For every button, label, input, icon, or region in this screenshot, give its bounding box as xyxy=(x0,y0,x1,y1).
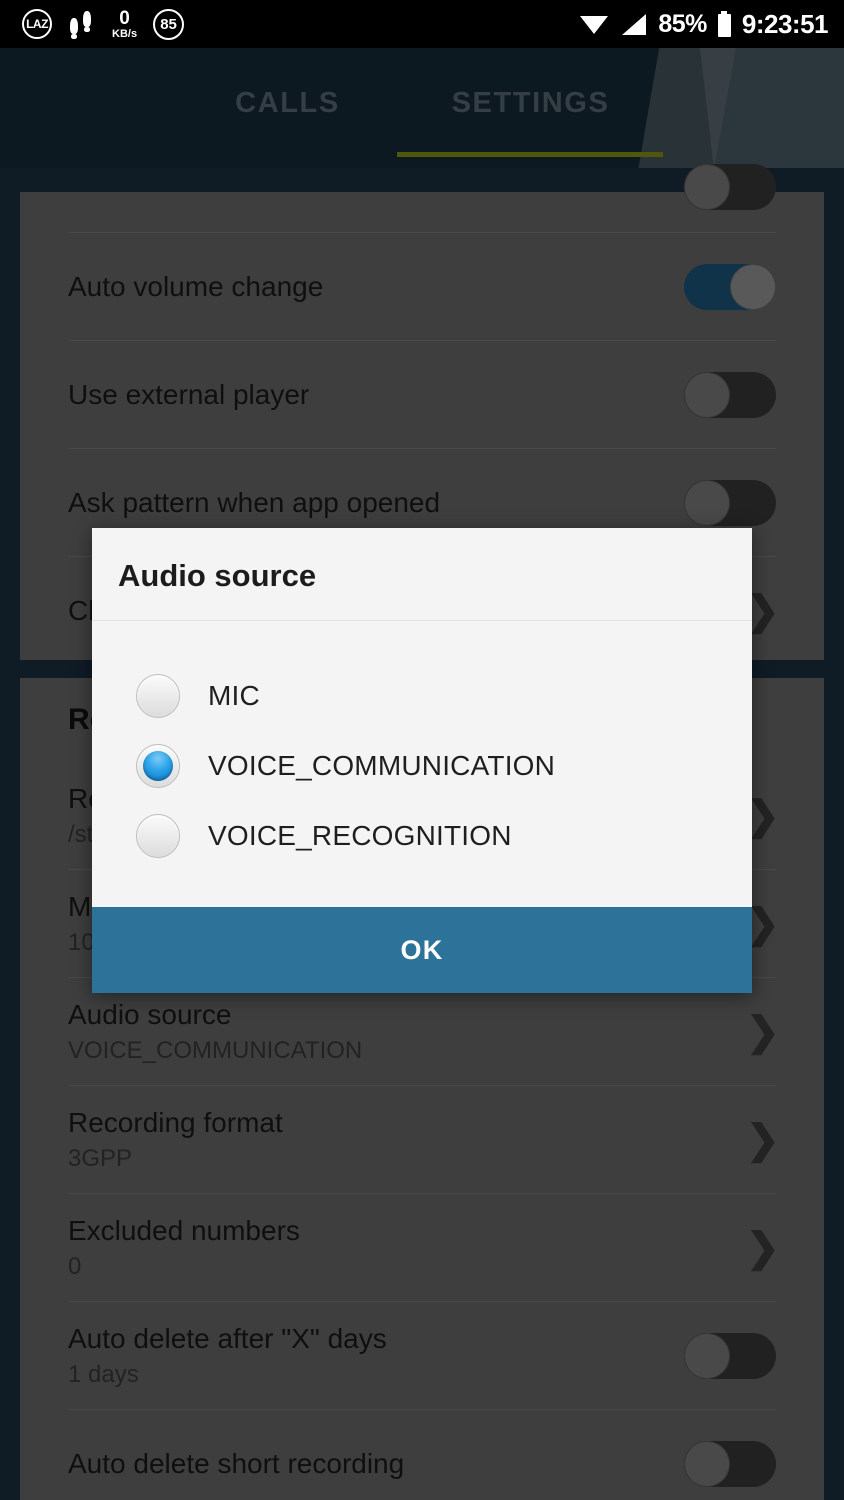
setting-title: Recording format xyxy=(68,1107,283,1139)
setting-title: Auto volume change xyxy=(68,271,324,302)
tab-bar: CALLS SETTINGS xyxy=(0,48,844,168)
toggle-auto-delete-days[interactable] xyxy=(684,1332,776,1379)
setting-row-excluded-numbers[interactable]: Excluded numbers 0 ❯ xyxy=(20,1194,824,1301)
toggle-ask-pattern[interactable] xyxy=(684,479,776,526)
toggle-auto-delete-short[interactable] xyxy=(684,1440,776,1487)
radio-option-label: MIC xyxy=(208,680,260,711)
footsteps-icon xyxy=(68,9,96,39)
setting-title: Use external player xyxy=(68,379,310,410)
radio-option-voice-recognition[interactable]: VOICE_RECOGNITION xyxy=(92,801,752,871)
radio-button-unchecked-icon[interactable] xyxy=(136,674,180,718)
laz-app-icon: LAZ xyxy=(22,9,52,39)
setting-title: Auto delete short recording xyxy=(68,1448,405,1479)
radio-button-unchecked-icon[interactable] xyxy=(136,814,180,858)
tab-active-indicator xyxy=(397,152,663,157)
setting-title: Audio source xyxy=(68,999,232,1031)
cellular-signal-icon xyxy=(620,13,647,36)
setting-row-recording-format[interactable]: Recording format 3GPP ❯ xyxy=(20,1086,824,1193)
setting-title: Excluded numbers xyxy=(68,1215,300,1247)
setting-subtitle: 3GPP xyxy=(68,1145,133,1173)
radio-option-voice-communication[interactable]: VOICE_COMMUNICATION xyxy=(92,731,752,801)
laz-icon-label: LAZ xyxy=(26,17,48,31)
toggle-auto-volume-change[interactable] xyxy=(684,263,776,310)
dialog-title: Audio source xyxy=(92,528,752,621)
setting-row-use-external-player[interactable]: Use external player xyxy=(20,341,824,448)
phone-screen: LAZ 0 KB/s 85 85% 9:23:51 CALLS SETTINGS xyxy=(0,0,844,1500)
radio-option-label: VOICE_COMMUNICATION xyxy=(208,750,556,781)
battery-icon xyxy=(717,11,731,37)
status-bar: LAZ 0 KB/s 85 85% 9:23:51 xyxy=(0,0,844,48)
radio-option-mic[interactable]: MIC xyxy=(92,661,752,731)
step-count-badge: 85 xyxy=(153,8,185,40)
chevron-right-icon: ❯ xyxy=(746,1009,780,1054)
setting-subtitle: VOICE_COMMUNICATION xyxy=(68,1037,363,1065)
setting-row-auto-delete-short[interactable]: Auto delete short recording xyxy=(20,1410,824,1500)
wifi-icon xyxy=(579,13,609,35)
network-speed-value: 0 xyxy=(119,7,130,29)
setting-title: Auto delete after "X" days xyxy=(68,1323,387,1355)
battery-percent-label: 85% xyxy=(658,9,707,38)
toggle-use-external-player[interactable] xyxy=(684,371,776,418)
network-speed-indicator: 0 KB/s xyxy=(112,9,137,40)
radio-option-label: VOICE_RECOGNITION xyxy=(208,820,512,851)
dialog-ok-button[interactable]: OK xyxy=(92,907,752,993)
setting-row-audio-source[interactable]: Audio source VOICE_COMMUNICATION ❯ xyxy=(20,978,824,1085)
step-count-value: 85 xyxy=(160,15,177,33)
setting-row-auto-delete-days[interactable]: Auto delete after "X" days 1 days xyxy=(20,1302,824,1409)
dialog-options-list: MIC VOICE_COMMUNICATION VOICE_RECOGNITIO… xyxy=(92,621,752,907)
tab-settings[interactable]: SETTINGS xyxy=(353,48,708,158)
setting-subtitle: 1 days xyxy=(68,1361,139,1389)
radio-button-checked-icon[interactable] xyxy=(136,744,180,788)
audio-source-dialog: Audio source MIC VOICE_COMMUNICATION VOI… xyxy=(92,528,752,993)
clock-label: 9:23:51 xyxy=(741,8,829,39)
chevron-right-icon: ❯ xyxy=(746,1225,780,1270)
app-header: CALLS SETTINGS xyxy=(0,48,844,168)
setting-subtitle: 0 xyxy=(68,1253,82,1281)
chevron-right-icon: ❯ xyxy=(746,1117,780,1162)
status-bar-right-icons: 85% 9:23:51 xyxy=(579,9,844,40)
status-bar-left-icons: LAZ 0 KB/s 85 xyxy=(0,8,185,40)
network-speed-unit: KB/s xyxy=(112,27,138,40)
setting-title: Ask pattern when app opened xyxy=(68,487,441,518)
setting-row-auto-volume-change[interactable]: Auto volume change xyxy=(20,233,824,340)
clipped-toggle-above[interactable] xyxy=(684,164,776,210)
